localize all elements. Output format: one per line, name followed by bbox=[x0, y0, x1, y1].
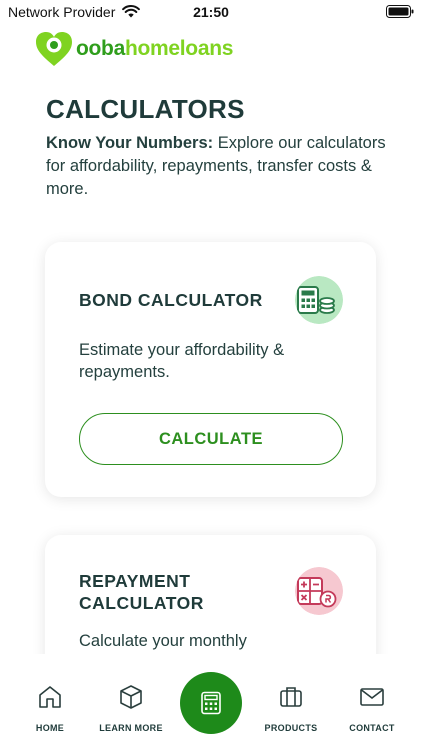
card-title: REPAYMENT CALCULATOR bbox=[79, 571, 204, 613]
nav-learn-more-label: LEARN MORE bbox=[99, 723, 163, 733]
bond-calculator-card: BOND CALCULATOR Estimate your affordabil… bbox=[45, 242, 376, 497]
battery-icon bbox=[386, 5, 414, 18]
brand-logo[interactable]: oobahomeloans bbox=[34, 30, 233, 68]
bottom-nav: HOME LEARN MORE PRODUCTS CONTACT bbox=[0, 654, 422, 750]
mail-icon bbox=[360, 688, 384, 706]
cube-icon bbox=[120, 685, 142, 709]
brand-wordmark: oobahomeloans bbox=[76, 37, 234, 60]
page-intro: Know Your Numbers: Explore our calculato… bbox=[46, 132, 386, 201]
card-description: Estimate your affordability & repayments… bbox=[79, 341, 285, 381]
intro-bold: Know Your Numbers: bbox=[46, 134, 214, 152]
calculator-money-icon bbox=[295, 567, 343, 615]
calculate-button[interactable]: CALCULATE bbox=[79, 413, 343, 465]
briefcase-icon bbox=[280, 687, 302, 707]
card-title: BOND CALCULATOR bbox=[79, 290, 263, 310]
page-title: CALCULATORS bbox=[46, 94, 245, 124]
nav-products-label: PRODUCTS bbox=[264, 723, 318, 733]
nav-home[interactable]: HOME bbox=[20, 654, 80, 750]
calculator-coins-icon bbox=[295, 276, 343, 324]
nav-home-label: HOME bbox=[35, 723, 65, 733]
calculator-icon bbox=[201, 691, 221, 715]
card-description: Calculate your monthly bbox=[79, 632, 247, 650]
clock: 21:50 bbox=[193, 4, 229, 20]
home-icon bbox=[39, 686, 61, 708]
nav-contact[interactable]: CONTACT bbox=[342, 654, 402, 750]
nav-products[interactable]: PRODUCTS bbox=[258, 654, 324, 750]
ooba-heart-logo-icon bbox=[36, 32, 72, 66]
nav-learn-more[interactable]: LEARN MORE bbox=[96, 654, 166, 750]
nav-contact-label: CONTACT bbox=[349, 723, 395, 733]
calculators-fab[interactable] bbox=[180, 672, 242, 734]
status-bar: Network Provider 21:50 bbox=[0, 0, 422, 26]
